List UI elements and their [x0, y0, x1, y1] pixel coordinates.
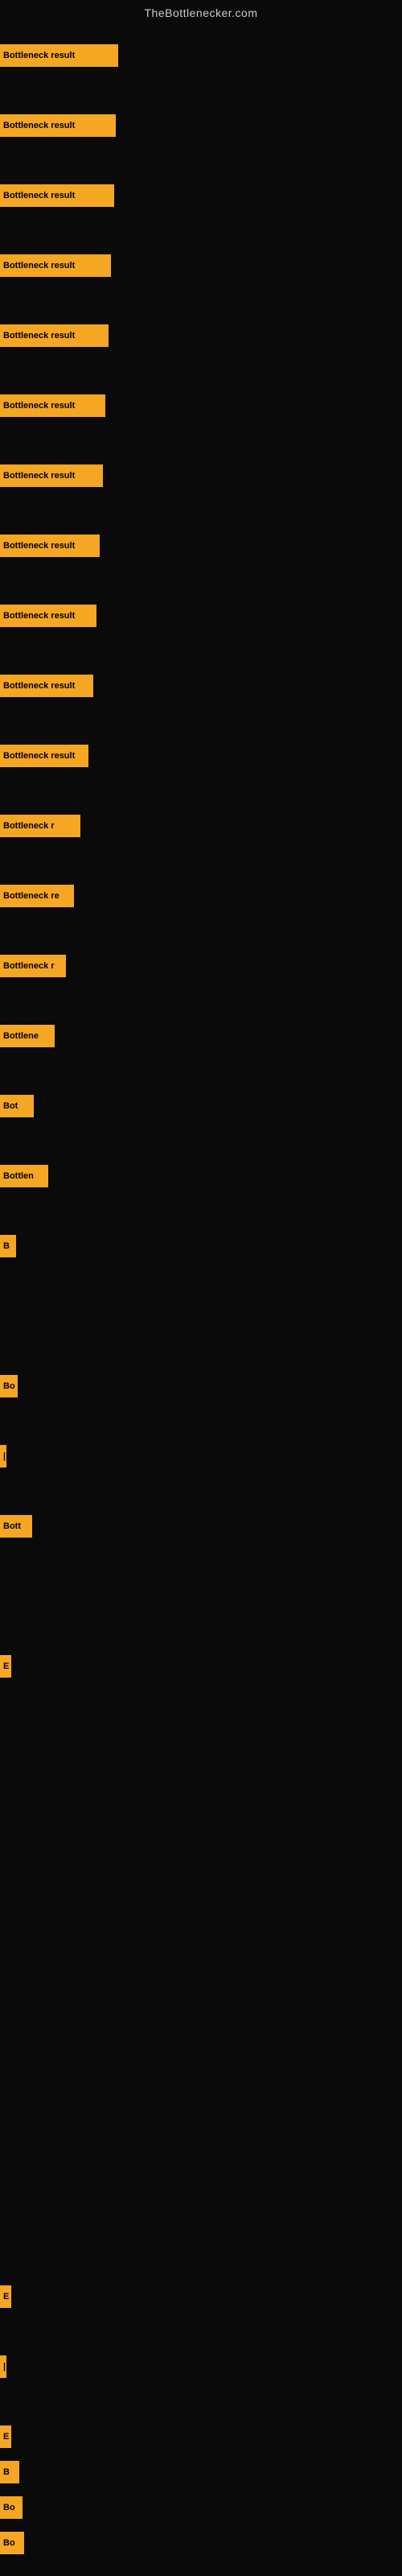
bottleneck-label: Bottlene	[3, 1031, 39, 1041]
bottleneck-bar: Bo	[0, 1375, 18, 1397]
bottleneck-bar: Bottleneck result	[0, 254, 111, 277]
bottleneck-bar: Bottleneck result	[0, 464, 103, 487]
bottleneck-bar: Bo	[0, 2532, 24, 2554]
bottleneck-bar: E	[0, 2285, 11, 2308]
bottleneck-bar: Bottleneck result	[0, 324, 109, 347]
bottleneck-bar: Bottleneck result	[0, 605, 96, 627]
bottleneck-label: B	[3, 1241, 10, 1251]
bottleneck-label: Bottleneck result	[3, 51, 75, 60]
bottleneck-bar: Bottleneck result	[0, 394, 105, 417]
bottleneck-label: E	[3, 2292, 9, 2301]
bottleneck-label: B	[3, 2467, 10, 2477]
bottleneck-bar: Bottleneck result	[0, 114, 116, 137]
bottleneck-label: E	[3, 1662, 9, 1671]
bottleneck-label: Bottleneck result	[3, 611, 75, 621]
bottleneck-bar: Bot	[0, 1095, 34, 1117]
bottleneck-label: Bottleneck result	[3, 541, 75, 551]
bottleneck-label: E	[3, 2432, 9, 2442]
bottleneck-bar: Bottleneck result	[0, 675, 93, 697]
bottleneck-bar: |	[0, 2355, 6, 2378]
bottleneck-bar: Bottleneck r	[0, 955, 66, 977]
bottleneck-label: Bottleneck re	[3, 891, 59, 901]
bottleneck-label: Bottleneck result	[3, 681, 75, 691]
bottleneck-label: Bottleneck r	[3, 821, 55, 831]
bottleneck-bar: Bott	[0, 1515, 32, 1538]
bottleneck-bar: Bottleneck result	[0, 44, 118, 67]
bottleneck-label: Bot	[3, 1101, 18, 1111]
bottleneck-label: |	[3, 1451, 6, 1461]
bottleneck-label: Bottleneck result	[3, 191, 75, 200]
bottleneck-bar: Bottleneck result	[0, 745, 88, 767]
bottleneck-bar: Bottleneck re	[0, 885, 74, 907]
bottleneck-label: Bo	[3, 1381, 15, 1391]
bottleneck-bar: Bo	[0, 2496, 23, 2519]
bottleneck-label: Bottleneck result	[3, 471, 75, 481]
bottleneck-label: Bottleneck result	[3, 121, 75, 130]
bottleneck-bar: Bottlen	[0, 1165, 48, 1187]
bottleneck-label: Bottleneck r	[3, 961, 55, 971]
bottleneck-label: Bottleneck result	[3, 751, 75, 761]
bottleneck-bar: E	[0, 2425, 11, 2448]
bottleneck-bar: B	[0, 2461, 19, 2483]
bottleneck-bar: B	[0, 1235, 16, 1257]
bottleneck-bar: Bottlene	[0, 1025, 55, 1047]
bottleneck-bar: Bottleneck result	[0, 535, 100, 557]
bottleneck-label: Bo	[3, 2538, 15, 2548]
bottleneck-label: Bottlen	[3, 1171, 34, 1181]
site-title: TheBottlenecker.com	[0, 0, 402, 23]
bottleneck-label: Bo	[3, 2503, 15, 2512]
bottleneck-label: Bottleneck result	[3, 261, 75, 270]
bottleneck-label: Bott	[3, 1521, 21, 1531]
bottleneck-bar: |	[0, 1445, 6, 1468]
bottleneck-bar: Bottleneck result	[0, 184, 114, 207]
bottleneck-label: Bottleneck result	[3, 401, 75, 411]
bottleneck-bar: E	[0, 1655, 11, 1678]
bottleneck-label: |	[3, 2362, 6, 2372]
bottleneck-label: Bottleneck result	[3, 331, 75, 341]
bottleneck-bar: Bottleneck r	[0, 815, 80, 837]
